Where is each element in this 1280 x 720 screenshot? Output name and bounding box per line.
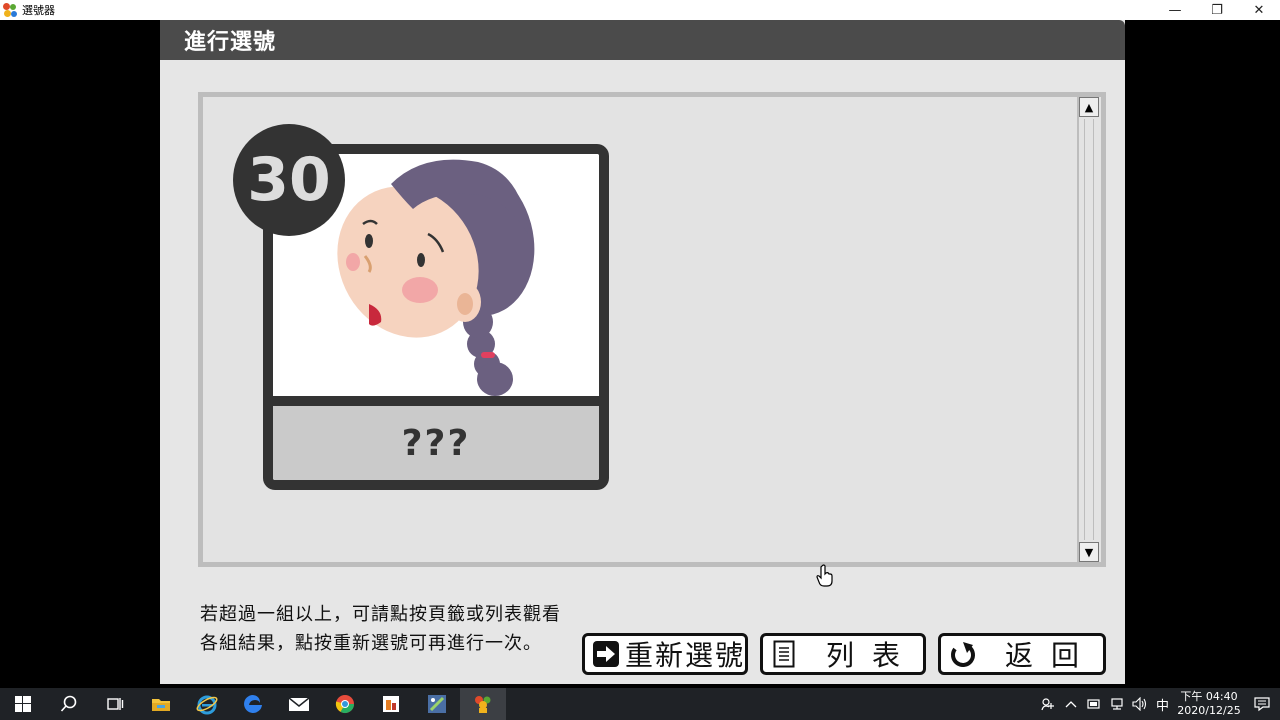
- app-icon: [2, 2, 18, 18]
- volume-icon[interactable]: [1128, 688, 1151, 720]
- restore-button[interactable]: ❐: [1196, 0, 1238, 20]
- task-view-icon[interactable]: [92, 688, 138, 720]
- windows-logo-icon: [15, 696, 31, 712]
- main-panel: 進行選號 ??? 30 ▲ ▼ 若超過一組以上，可請點按頁籤或列表觀看 各組結果…: [160, 20, 1125, 684]
- clock[interactable]: 下午 04:40 2020/12/25: [1174, 690, 1244, 718]
- scroll-track[interactable]: [1084, 119, 1094, 540]
- office-app-icon[interactable]: [368, 688, 414, 720]
- notification-icon[interactable]: [1244, 696, 1280, 712]
- window-controls: — ❐ ✕: [1154, 0, 1280, 20]
- search-icon[interactable]: [46, 688, 92, 720]
- battery-icon[interactable]: [1082, 688, 1105, 720]
- start-button[interactable]: [0, 688, 46, 720]
- vertical-scrollbar[interactable]: ▲ ▼: [1077, 97, 1099, 562]
- back-label: 返回: [1004, 639, 1097, 672]
- close-button[interactable]: ✕: [1238, 0, 1280, 20]
- ime-indicator[interactable]: 中: [1151, 688, 1174, 720]
- scroll-up-icon[interactable]: ▲: [1079, 97, 1099, 117]
- page-title: 進行選號: [184, 30, 277, 55]
- edge-browser-icon[interactable]: [230, 688, 276, 720]
- hand-cursor-icon: [816, 564, 834, 592]
- drawing-app-icon[interactable]: [414, 688, 460, 720]
- undo-arrow-icon: [947, 639, 977, 669]
- list-label: 列表: [825, 639, 918, 672]
- clock-time: 下午 04:40: [1180, 690, 1238, 703]
- chevron-up-icon[interactable]: [1059, 688, 1082, 720]
- minimize-button[interactable]: —: [1154, 0, 1196, 20]
- people-icon[interactable]: [1036, 688, 1059, 720]
- network-icon[interactable]: [1105, 688, 1128, 720]
- result-area: ??? 30 ▲ ▼: [198, 92, 1106, 567]
- arrow-right-icon: [591, 639, 621, 669]
- window-titlebar: 選號器 — ❐ ✕: [0, 0, 1280, 20]
- list-icon: [769, 639, 799, 669]
- chrome-icon[interactable]: [322, 688, 368, 720]
- instruction-line-2: 各組結果，點按重新選號可再進行一次。: [200, 633, 542, 654]
- card-divider: [273, 396, 599, 406]
- student-name: ???: [273, 406, 599, 480]
- system-tray: 中 下午 04:40 2020/12/25: [1036, 688, 1280, 720]
- window-title: 選號器: [22, 4, 55, 17]
- back-button[interactable]: 返回: [938, 633, 1106, 675]
- mail-icon[interactable]: [276, 688, 322, 720]
- redraw-label: 重新選號: [625, 639, 746, 672]
- panel-header: 進行選號: [160, 20, 1125, 60]
- file-explorer-icon[interactable]: [138, 688, 184, 720]
- list-button[interactable]: 列表: [760, 633, 926, 675]
- number-picker-taskbar-icon[interactable]: [460, 688, 506, 720]
- redraw-button[interactable]: 重新選號: [582, 633, 748, 675]
- instruction-text: 若超過一組以上，可請點按頁籤或列表觀看 各組結果，點按重新選號可再進行一次。: [200, 600, 590, 658]
- internet-explorer-icon[interactable]: [184, 688, 230, 720]
- clock-date: 2020/12/25: [1177, 704, 1241, 717]
- taskbar: 中 下午 04:40 2020/12/25: [0, 688, 1280, 720]
- instruction-line-1: 若超過一組以上，可請點按頁籤或列表觀看: [200, 604, 561, 625]
- seat-number-badge: 30: [233, 124, 345, 236]
- scroll-down-icon[interactable]: ▼: [1079, 542, 1099, 562]
